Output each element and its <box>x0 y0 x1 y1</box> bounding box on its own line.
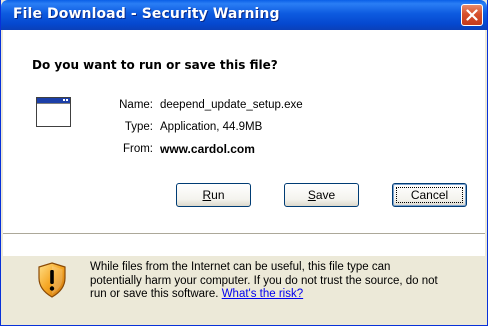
cancel-button[interactable]: Cancel <box>392 183 467 207</box>
file-from-value: www.cardol.com <box>160 142 255 156</box>
section-divider <box>3 233 485 235</box>
run-button[interactable]: Run <box>176 183 251 207</box>
save-button[interactable]: Save <box>284 183 359 207</box>
warning-line-1: While files from the Internet can be use… <box>90 261 391 273</box>
file-name-value: deepend_update_setup.exe <box>160 99 303 111</box>
save-label-rest: ave <box>315 188 336 202</box>
file-from-label: From: <box>122 143 153 155</box>
file-name-label: Name: <box>119 99 153 111</box>
warning-line-3-text: run or save this software. <box>90 288 219 300</box>
title-bar[interactable]: File Download - Security Warning <box>1 0 487 30</box>
close-icon <box>466 9 478 21</box>
application-window-icon <box>36 97 71 127</box>
file-download-dialog: File Download - Security Warning Do you … <box>0 0 488 326</box>
security-warning-text: While files from the Internet can be use… <box>90 261 475 302</box>
run-mnemonic: R <box>202 188 212 202</box>
window-title: File Download - Security Warning <box>13 6 280 22</box>
dialog-question: Do you want to run or save this file? <box>32 58 278 72</box>
close-button[interactable] <box>461 4 483 26</box>
run-label-rest: un <box>211 188 225 202</box>
warning-line-3: run or save this software. What's the ri… <box>90 288 475 302</box>
file-type-value: Application, 44.9MB <box>160 121 263 133</box>
security-shield-icon <box>38 262 66 298</box>
warning-line-2: potentially harm your computer. If you d… <box>90 274 438 287</box>
whats-the-risk-link[interactable]: What's the risk? <box>222 288 303 300</box>
cancel-label: Cancel <box>410 188 449 202</box>
file-type-label: Type: <box>124 121 153 133</box>
save-mnemonic: S <box>307 188 316 202</box>
